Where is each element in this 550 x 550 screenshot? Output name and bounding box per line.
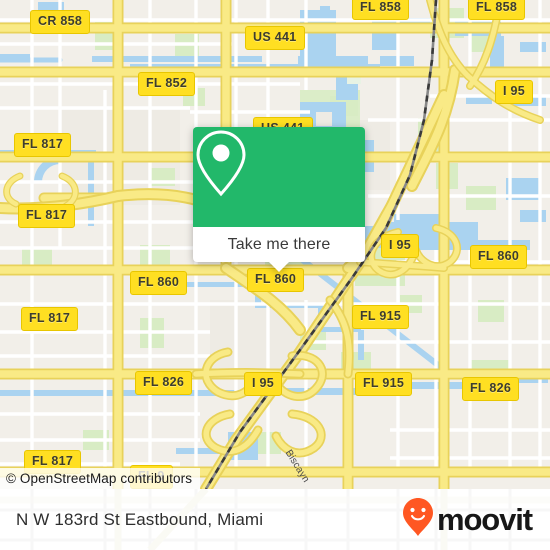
road-shield[interactable]: FL 826: [462, 377, 520, 401]
osm-attribution[interactable]: © OpenStreetMap contributors: [0, 468, 201, 489]
moovit-logo[interactable]: moovit: [402, 497, 533, 542]
moovit-map-screenshot: Biscayn CR 858 FL 858 FL 858 US 441 FL 8…: [0, 0, 550, 550]
take-me-there-callout[interactable]: Take me there: [193, 127, 365, 272]
road-shield[interactable]: I 95: [495, 80, 534, 104]
footer-bar: N W 183rd St Eastbound, Miami moovit: [0, 489, 550, 550]
callout-image-area: [193, 127, 365, 227]
road-shield[interactable]: US 441: [245, 26, 305, 50]
road-shield[interactable]: FL 915: [352, 305, 410, 329]
road-shield[interactable]: FL 860: [470, 245, 528, 269]
map-canvas[interactable]: Biscayn CR 858 FL 858 FL 858 US 441 FL 8…: [0, 0, 550, 489]
road-shield[interactable]: FL 858: [468, 0, 526, 20]
moovit-smiley-pin-icon: [402, 497, 434, 542]
road-shield[interactable]: FL 817: [21, 307, 79, 331]
callout-action[interactable]: Take me there: [193, 227, 365, 262]
road-shield[interactable]: FL 817: [14, 133, 72, 157]
road-shield[interactable]: FL 915: [355, 372, 413, 396]
moovit-wordmark: moovit: [436, 502, 533, 537]
road-shield[interactable]: I 95: [244, 372, 283, 396]
road-shield[interactable]: FL 858: [352, 0, 410, 20]
callout-pointer: [268, 261, 290, 272]
road-shield[interactable]: FL 860: [130, 271, 188, 295]
osm-attribution-text: © OpenStreetMap contributors: [6, 471, 193, 486]
road-shield[interactable]: CR 858: [30, 10, 91, 34]
road-shield[interactable]: FL 852: [138, 72, 196, 96]
road-shield[interactable]: I 95: [381, 234, 420, 258]
road-shield[interactable]: FL 826: [135, 371, 193, 395]
road-shield[interactable]: FL 817: [18, 204, 76, 228]
callout-action-label: Take me there: [227, 235, 331, 253]
location-title: N W 183rd St Eastbound, Miami: [16, 509, 264, 529]
